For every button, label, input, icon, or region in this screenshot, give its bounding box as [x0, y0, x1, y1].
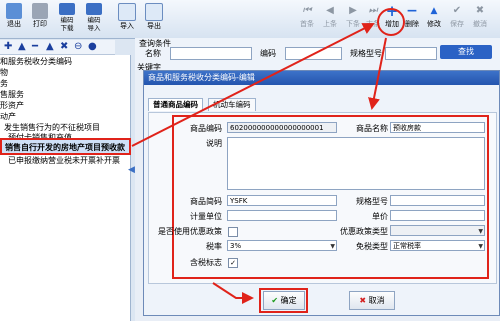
tree-node[interactable]: 物 [0, 68, 8, 78]
tree-node[interactable]: 务 [0, 79, 8, 89]
product-code-label: 商品编码 [190, 124, 222, 133]
exit-label: 退出 [7, 20, 21, 28]
name-input[interactable] [170, 47, 252, 60]
tab-vehicle[interactable]: 机动车编码 [208, 98, 256, 111]
selected-tree-node[interactable]: 销售自行开发的房地产项目预收款 [0, 138, 131, 155]
tree-collapse-icon[interactable]: ⊖ [74, 41, 82, 52]
add-highlight-circle [377, 8, 405, 36]
code-import-label: 编码 导入 [87, 16, 101, 32]
code-label: 编码 [260, 49, 276, 58]
next-icon: ▶ [349, 5, 357, 16]
exempt-type-label: 免税类型 [356, 242, 388, 251]
tree-node[interactable]: 动产 [0, 112, 16, 122]
grid-export-icon [145, 3, 163, 21]
tab-general[interactable]: 普通商品编码 [148, 98, 203, 111]
code-download-button[interactable]: 编码 下载 [56, 1, 78, 36]
selected-node-label: 销售自行开发的房地产项目预收款 [5, 143, 125, 152]
download-icon [59, 3, 75, 15]
spec-input[interactable] [385, 47, 437, 60]
category-tree: 和服务税收分类编码 物 务 售服务 形资产 动产 发生销售行为的不征税项目 预付… [0, 55, 131, 321]
tax-rate-select[interactable]: 3% [227, 240, 337, 251]
export-button[interactable]: 导出 [143, 1, 165, 36]
print-button[interactable]: 打印 [29, 1, 51, 36]
short-code-label: 商品简码 [190, 197, 222, 206]
dialog-title: 商品和服务税收分类编码-编辑 [144, 71, 499, 85]
tree-add-icon[interactable]: ✚ [4, 41, 12, 52]
unit-label: 计量单位 [190, 212, 222, 221]
next-record-button[interactable]: ▶ 下条 [342, 1, 364, 36]
import-button[interactable]: 导入 [116, 1, 138, 36]
first-icon: ⏮ [302, 5, 312, 16]
undo-button[interactable]: ✖ 撤消 [469, 1, 491, 36]
preferential-type-label: 优惠政策类型 [340, 227, 388, 236]
cancel-label: 取消 [368, 296, 385, 305]
name-label: 名称 [145, 49, 161, 58]
modify-label: 修改 [427, 20, 441, 28]
triangle-up-icon: ▲ [430, 6, 438, 16]
tree-node[interactable]: 形资产 [0, 101, 24, 111]
preferential-label: 是否使用优惠政策 [158, 227, 222, 236]
tree-toolbar: ✚ ▲ ━ ▲ ✖ ⊖ ● [0, 40, 115, 55]
save-button[interactable]: ✔ 保存 [446, 1, 468, 36]
tree-remove-icon[interactable]: ━ [32, 41, 38, 52]
tax-included-checkbox[interactable]: ✓ [228, 258, 238, 268]
tree-node[interactable]: 发生销售行为的不征税项目 [4, 123, 100, 133]
printer-icon [32, 3, 48, 19]
search-button[interactable]: 查找 [440, 45, 492, 59]
check-icon: ✔ [452, 5, 462, 16]
collapse-panel-icon[interactable]: ◀ [128, 165, 135, 175]
undo-label: 撤消 [473, 20, 487, 28]
tree-down-icon[interactable]: ▲ [46, 41, 54, 52]
print-label: 打印 [33, 20, 47, 28]
first-record-button[interactable]: ⏮ 首条 [296, 1, 318, 36]
preferential-checkbox[interactable] [228, 227, 238, 237]
tax-rate-label: 税率 [206, 242, 222, 251]
tax-included-label: 含税标志 [190, 258, 222, 267]
tree-node[interactable]: 售服务 [0, 90, 24, 100]
next-label: 下条 [346, 20, 360, 28]
cancel-button[interactable]: ✖ 取消 [349, 291, 395, 310]
exempt-type-select[interactable]: 正常税率 [390, 240, 485, 251]
product-name-label: 商品名称 [356, 124, 388, 133]
grid-import-icon [118, 3, 136, 21]
x-icon: ✖ [475, 5, 485, 16]
short-code-field[interactable]: YSFK [227, 195, 337, 206]
red-x-icon: ✖ [359, 296, 367, 305]
prev-icon: ◀ [326, 5, 334, 16]
spec-label: 规格型号 [350, 49, 382, 58]
tree-up-icon[interactable]: ▲ [18, 41, 26, 52]
first-label: 首条 [300, 20, 314, 28]
description-label: 说明 [206, 139, 222, 148]
export-label: 导出 [147, 22, 161, 30]
import-code-icon [86, 3, 102, 15]
tree-node[interactable]: 已申报缴纳营业税未开票补开票 [8, 156, 120, 166]
exit-button[interactable]: 退出 [3, 1, 25, 36]
save-label: 保存 [450, 20, 464, 28]
code-input[interactable] [285, 47, 342, 60]
modify-button[interactable]: ▲ 修改 [423, 1, 445, 36]
product-code-field: 602000000000000000001 [227, 122, 337, 133]
minus-icon: − [406, 3, 418, 19]
code-download-label: 编码 下载 [60, 16, 74, 32]
price-field[interactable] [390, 210, 485, 221]
tree-node[interactable]: 和服务税收分类编码 [0, 57, 72, 67]
tree-delete-icon[interactable]: ✖ [60, 41, 68, 52]
price-label: 单价 [372, 212, 388, 221]
preferential-type-select[interactable] [390, 225, 485, 236]
prev-record-button[interactable]: ◀ 上条 [319, 1, 341, 36]
spec-model-field[interactable] [390, 195, 485, 206]
main-toolbar: 退出 打印 编码 下载 编码 导入 导入 导出 ⏮ 首条 ◀ 上条 ▶ 下条 ⏭… [0, 0, 500, 39]
unit-field[interactable] [227, 210, 337, 221]
import-label: 导入 [120, 22, 134, 30]
edit-dialog: 商品和服务税收分类编码-编辑 普通商品编码 机动车编码 商品编码 6020000… [143, 70, 500, 316]
code-import-button[interactable]: 编码 导入 [83, 1, 105, 36]
description-textarea[interactable] [227, 137, 485, 190]
ok-highlight-box [259, 288, 308, 313]
spec-model-label: 规格型号 [356, 197, 388, 206]
exit-icon [6, 3, 22, 19]
product-name-field[interactable]: 预收房款 [390, 122, 485, 133]
prev-label: 上条 [323, 20, 337, 28]
tree-expand-icon[interactable]: ● [88, 41, 97, 52]
